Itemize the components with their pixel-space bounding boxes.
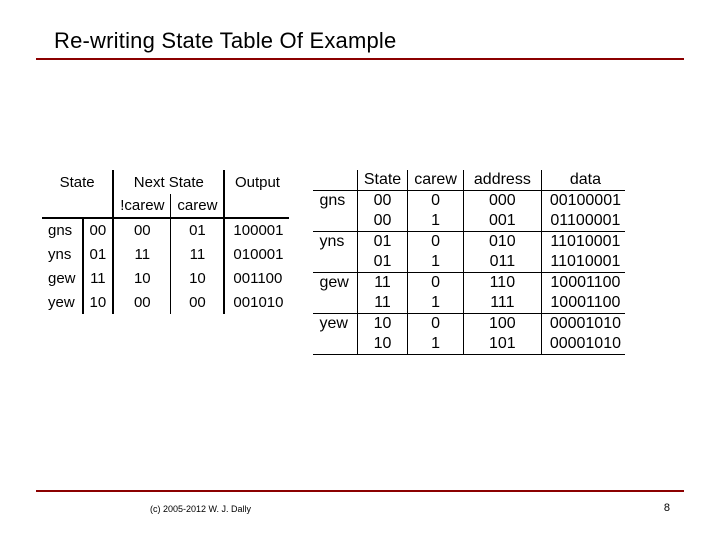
table-row: 10 1 101 00001010 (313, 334, 625, 355)
col-state: State (357, 170, 407, 191)
col-state: State (42, 170, 113, 194)
col-address: address (463, 170, 541, 191)
cell-carew: 0 (408, 314, 464, 335)
cell-carew: 1 (408, 252, 464, 273)
cell-address: 001 (463, 211, 541, 232)
cell-name: gns (313, 191, 357, 212)
cell-data: 10001100 (541, 273, 625, 294)
cell-name: yns (42, 242, 83, 266)
cell-state: 01 (357, 232, 407, 253)
cell-address: 010 (463, 232, 541, 253)
cell-carew: 1 (408, 293, 464, 314)
table-header-row: State Next State Output (42, 170, 289, 194)
cell-state: 10 (357, 334, 407, 355)
table-row: yew 10 00 00 001010 (42, 290, 289, 314)
cell-name (313, 293, 357, 314)
cell-state: 00 (357, 191, 407, 212)
table-row: 11 1 111 10001100 (313, 293, 625, 314)
page-title: Re-writing State Table Of Example (54, 28, 684, 54)
cell-name: yns (313, 232, 357, 253)
cell-ncarew: 00 (113, 218, 171, 242)
cell-name: yew (313, 314, 357, 335)
col-data: data (541, 170, 625, 191)
col-not-carew: !carew (113, 194, 171, 218)
cell-state: 00 (357, 211, 407, 232)
content-area: State Next State Output !carew carew gns… (36, 170, 684, 355)
cell-carew: 11 (171, 242, 225, 266)
cell-data: 11010001 (541, 252, 625, 273)
cell-state: 11 (357, 293, 407, 314)
blank-header (313, 170, 357, 191)
col-next-state: Next State (113, 170, 224, 194)
cell-ncarew: 00 (113, 290, 171, 314)
blank-header (42, 194, 113, 218)
cell-carew: 01 (171, 218, 225, 242)
cell-data: 01100001 (541, 211, 625, 232)
cell-code: 00 (83, 218, 114, 242)
col-carew: carew (171, 194, 225, 218)
cell-output: 001010 (224, 290, 289, 314)
cell-name: gns (42, 218, 83, 242)
cell-state: 01 (357, 252, 407, 273)
cell-address: 011 (463, 252, 541, 273)
cell-code: 11 (83, 266, 114, 290)
cell-address: 101 (463, 334, 541, 355)
cell-carew: 1 (408, 211, 464, 232)
cell-carew: 10 (171, 266, 225, 290)
copyright-text: (c) 2005-2012 W. J. Dally (150, 504, 251, 514)
cell-output: 001100 (224, 266, 289, 290)
cell-data: 10001100 (541, 293, 625, 314)
cell-carew: 00 (171, 290, 225, 314)
table-row: gns 00 0 000 00100001 (313, 191, 625, 212)
table-row: yns 01 0 010 11010001 (313, 232, 625, 253)
cell-name: gew (313, 273, 357, 294)
col-output: Output (224, 170, 289, 194)
state-table-right: State carew address data gns 00 0 000 00… (313, 170, 625, 355)
table-row: 01 1 011 11010001 (313, 252, 625, 273)
cell-name (313, 334, 357, 355)
cell-name (313, 252, 357, 273)
cell-output: 010001 (224, 242, 289, 266)
slide: Re-writing State Table Of Example State … (0, 0, 720, 540)
cell-address: 000 (463, 191, 541, 212)
cell-carew: 0 (408, 273, 464, 294)
cell-code: 10 (83, 290, 114, 314)
table-row: 00 1 001 01100001 (313, 211, 625, 232)
table-subheader-row: !carew carew (42, 194, 289, 218)
state-table-left: State Next State Output !carew carew gns… (42, 170, 289, 314)
cell-code: 01 (83, 242, 114, 266)
cell-name: yew (42, 290, 83, 314)
page-number: 8 (664, 502, 670, 514)
cell-ncarew: 10 (113, 266, 171, 290)
cell-name: gew (42, 266, 83, 290)
cell-carew: 0 (408, 232, 464, 253)
cell-ncarew: 11 (113, 242, 171, 266)
cell-state: 10 (357, 314, 407, 335)
cell-address: 100 (463, 314, 541, 335)
title-underline: Re-writing State Table Of Example (36, 28, 684, 60)
blank-header (224, 194, 289, 218)
cell-data: 00100001 (541, 191, 625, 212)
col-carew: carew (408, 170, 464, 191)
footer-divider (36, 490, 684, 492)
cell-address: 111 (463, 293, 541, 314)
cell-name (313, 211, 357, 232)
cell-output: 100001 (224, 218, 289, 242)
cell-data: 00001010 (541, 314, 625, 335)
cell-data: 00001010 (541, 334, 625, 355)
cell-carew: 1 (408, 334, 464, 355)
table-row: yns 01 11 11 010001 (42, 242, 289, 266)
cell-carew: 0 (408, 191, 464, 212)
table-row: gew 11 10 10 001100 (42, 266, 289, 290)
cell-address: 110 (463, 273, 541, 294)
table-row: gns 00 00 01 100001 (42, 218, 289, 242)
cell-data: 11010001 (541, 232, 625, 253)
table-row: gew 11 0 110 10001100 (313, 273, 625, 294)
cell-state: 11 (357, 273, 407, 294)
table-header-row: State carew address data (313, 170, 625, 191)
table-row: yew 10 0 100 00001010 (313, 314, 625, 335)
